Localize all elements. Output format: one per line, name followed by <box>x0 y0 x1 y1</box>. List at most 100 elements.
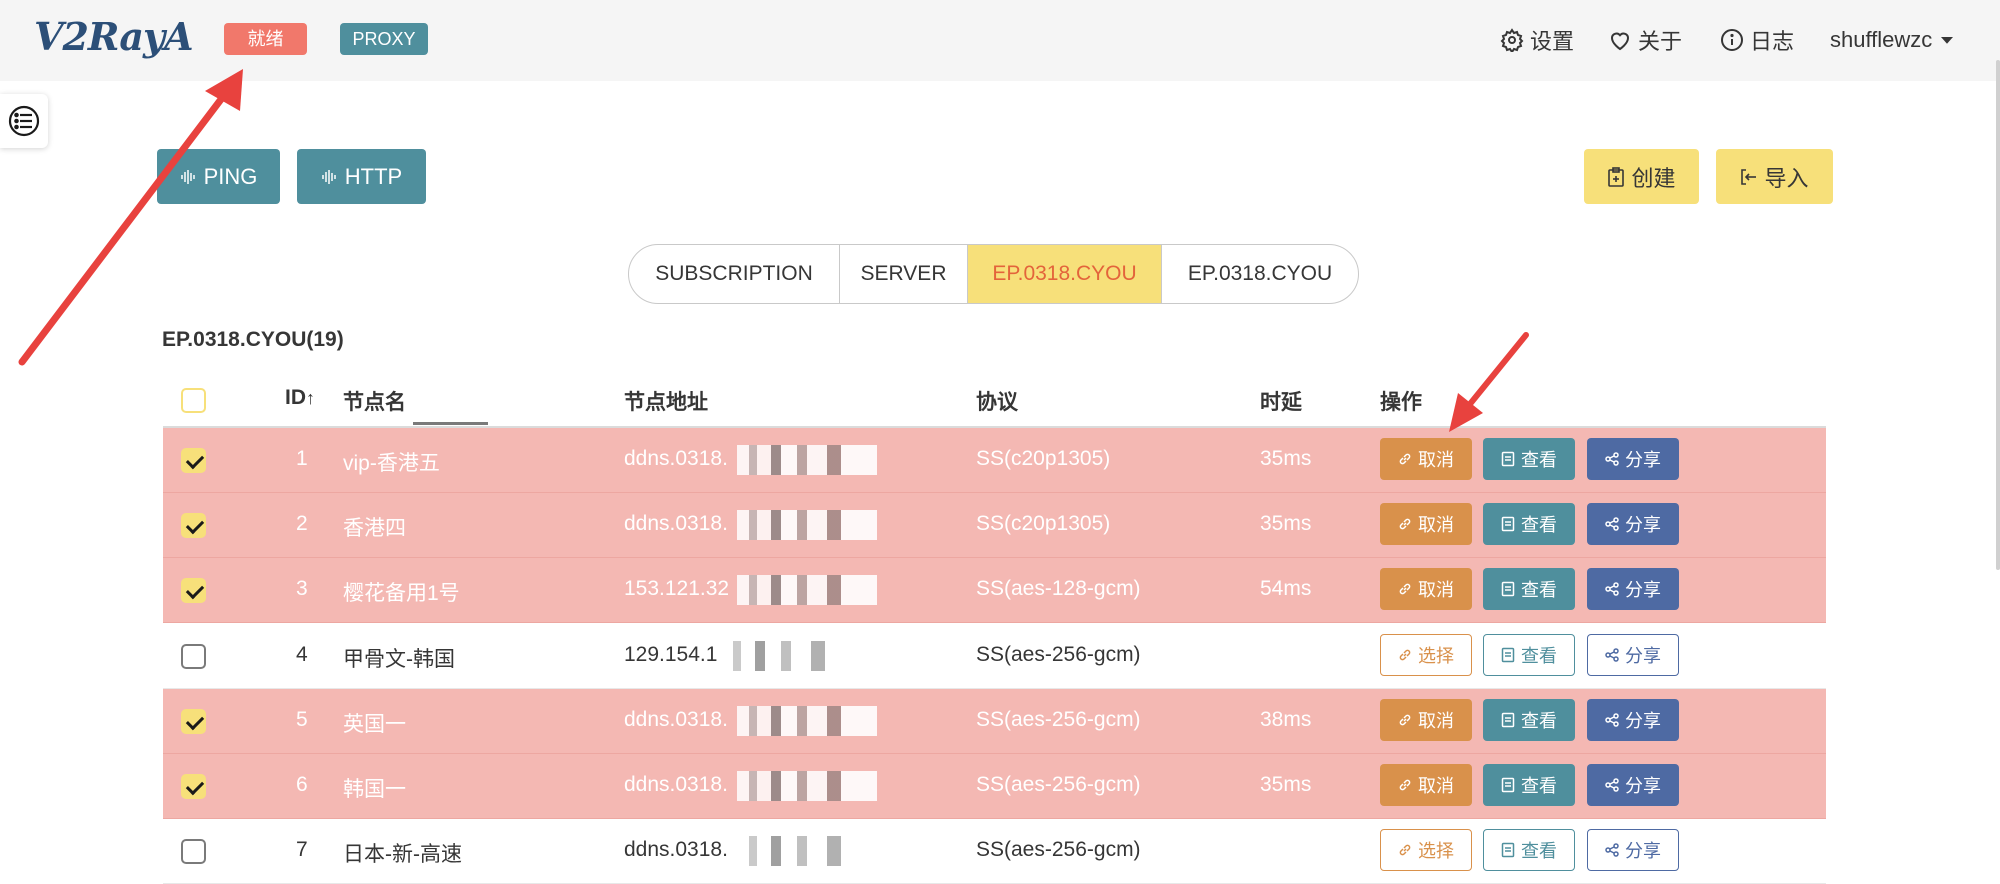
redacted-address-mask <box>737 836 877 866</box>
row-checkbox[interactable] <box>181 774 206 799</box>
view-label: 查看 <box>1521 646 1557 666</box>
app-logo[interactable]: V2RayA <box>34 14 194 59</box>
action-label: 取消 <box>1418 711 1454 731</box>
row-protocol: SS(aes-256-gcm) <box>976 708 1141 731</box>
table-row[interactable]: 1 vip-香港五 ddns.0318. SS(c20p1305) 35ms 取消 查看 分享 <box>163 428 1826 493</box>
share-label: 分享 <box>1625 646 1661 666</box>
row-id: 6 <box>296 773 308 796</box>
select-button[interactable]: 选择 <box>1380 634 1472 676</box>
nav-log-label: 日志 <box>1750 29 1795 54</box>
share-button[interactable]: 分享 <box>1587 438 1679 480</box>
nav-settings[interactable]: 设置 <box>1500 24 1574 56</box>
share-icon <box>1605 843 1619 857</box>
action-label: 取消 <box>1418 515 1454 535</box>
share-button[interactable]: 分享 <box>1587 699 1679 741</box>
view-button[interactable]: 查看 <box>1483 634 1575 676</box>
row-protocol: SS(c20p1305) <box>976 447 1111 470</box>
share-button[interactable]: 分享 <box>1587 764 1679 806</box>
tab-server[interactable]: SERVER <box>840 245 968 303</box>
view-button[interactable]: 查看 <box>1483 503 1575 545</box>
view-label: 查看 <box>1521 450 1557 470</box>
user-menu[interactable]: shufflewzc <box>1830 24 1956 56</box>
annotation-arrow-status <box>18 69 243 366</box>
view-button[interactable]: 查看 <box>1483 438 1575 480</box>
import-icon <box>1741 168 1757 185</box>
share-button[interactable]: 分享 <box>1587 634 1679 676</box>
http-label: HTTP <box>344 163 403 189</box>
row-id: 4 <box>296 643 308 666</box>
create-button[interactable]: 创建 <box>1584 149 1699 204</box>
row-id: 7 <box>296 838 308 861</box>
share-label: 分享 <box>1625 711 1661 731</box>
row-checkbox[interactable] <box>181 448 206 473</box>
col-address: 节点地址 <box>624 391 708 414</box>
nav-about-label: 关于 <box>1638 29 1683 54</box>
select-all-checkbox[interactable] <box>181 388 206 413</box>
action-label: 取消 <box>1418 776 1454 796</box>
tab-ep-0318-active[interactable]: EP.0318.CYOU <box>968 245 1162 303</box>
table-row[interactable]: 4 甲骨文-韩国 129.154.1 SS(aes-256-gcm) 选择 查看 分享 <box>163 624 1826 689</box>
view-button[interactable]: 查看 <box>1483 699 1575 741</box>
col-actions: 操作 <box>1380 391 1422 414</box>
link-icon <box>1399 453 1411 465</box>
create-label: 创建 <box>1631 165 1676 191</box>
ping-button[interactable]: PING <box>157 149 280 204</box>
cancel-button[interactable]: 取消 <box>1380 699 1472 741</box>
table-row[interactable]: 2 香港四 ddns.0318. SS(c20p1305) 35ms 取消 查看 分享 <box>163 493 1826 558</box>
cancel-button[interactable]: 取消 <box>1380 438 1472 480</box>
row-node-address: ddns.0318. <box>624 773 728 796</box>
waveform-icon <box>322 169 336 184</box>
view-label: 查看 <box>1521 776 1557 796</box>
table-row[interactable]: 5 英国一 ddns.0318. SS(aes-256-gcm) 38ms 取消 查看 分享 <box>163 689 1826 754</box>
row-checkbox[interactable] <box>181 513 206 538</box>
col-name: 节点名 <box>343 391 406 414</box>
row-checkbox[interactable] <box>181 839 206 864</box>
document-icon <box>1501 581 1515 597</box>
redacted-address-mask <box>721 641 861 671</box>
row-id: 5 <box>296 708 308 731</box>
row-node-address: ddns.0318. <box>624 838 728 861</box>
table-row[interactable]: 6 韩国一 ddns.0318. SS(aes-256-gcm) 35ms 取消 查看 分享 <box>163 754 1826 819</box>
share-label: 分享 <box>1625 580 1661 600</box>
page-scrollbar[interactable] <box>1996 60 2000 570</box>
table-row[interactable]: 7 日本-新-高速 ddns.0318. SS(aes-256-gcm) 选择 查看 分享 <box>163 819 1826 884</box>
row-checkbox[interactable] <box>181 578 206 603</box>
share-button[interactable]: 分享 <box>1587 503 1679 545</box>
row-node-name: 韩国一 <box>343 778 406 801</box>
row-checkbox[interactable] <box>181 709 206 734</box>
cancel-button[interactable]: 取消 <box>1380 503 1472 545</box>
share-icon <box>1605 648 1619 662</box>
share-label: 分享 <box>1625 841 1661 861</box>
cancel-button[interactable]: 取消 <box>1380 568 1472 610</box>
view-button[interactable]: 查看 <box>1483 829 1575 871</box>
import-button[interactable]: 导入 <box>1716 149 1833 204</box>
tab-ep-0318[interactable]: EP.0318.CYOU <box>1162 245 1358 303</box>
share-icon <box>1605 582 1619 596</box>
row-latency: 35ms <box>1260 447 1312 470</box>
share-icon <box>1605 517 1619 531</box>
row-checkbox[interactable] <box>181 644 206 669</box>
nav-about[interactable]: 关于 <box>1608 24 1682 56</box>
row-node-name: 英国一 <box>343 713 406 736</box>
tab-subscription[interactable]: SUBSCRIPTION <box>629 245 840 303</box>
cancel-button[interactable]: 取消 <box>1380 764 1472 806</box>
select-button[interactable]: 选择 <box>1380 829 1472 871</box>
action-label: 选择 <box>1418 646 1454 666</box>
view-label: 查看 <box>1521 711 1557 731</box>
share-button[interactable]: 分享 <box>1587 829 1679 871</box>
ping-label: PING <box>203 163 258 189</box>
table-row[interactable]: 3 樱花备用1号 153.121.32 SS(aes-128-gcm) 54ms 取消 查看… <box>163 558 1826 623</box>
col-id[interactable]: ID↑ <box>285 386 315 410</box>
http-button[interactable]: HTTP <box>297 149 426 204</box>
view-button[interactable]: 查看 <box>1483 764 1575 806</box>
share-button[interactable]: 分享 <box>1587 568 1679 610</box>
source-tabs: SUBSCRIPTION SERVER EP.0318.CYOU EP.0318… <box>628 244 1359 304</box>
sidebar-toggle-button[interactable] <box>0 94 48 148</box>
row-node-address: ddns.0318. <box>624 708 728 731</box>
view-button[interactable]: 查看 <box>1483 568 1575 610</box>
nav-log[interactable]: 日志 <box>1720 24 1794 56</box>
link-icon <box>1399 714 1411 726</box>
redacted-address-mask <box>737 510 877 540</box>
row-node-name: 樱花备用1号 <box>343 582 460 605</box>
link-icon <box>1399 649 1411 661</box>
